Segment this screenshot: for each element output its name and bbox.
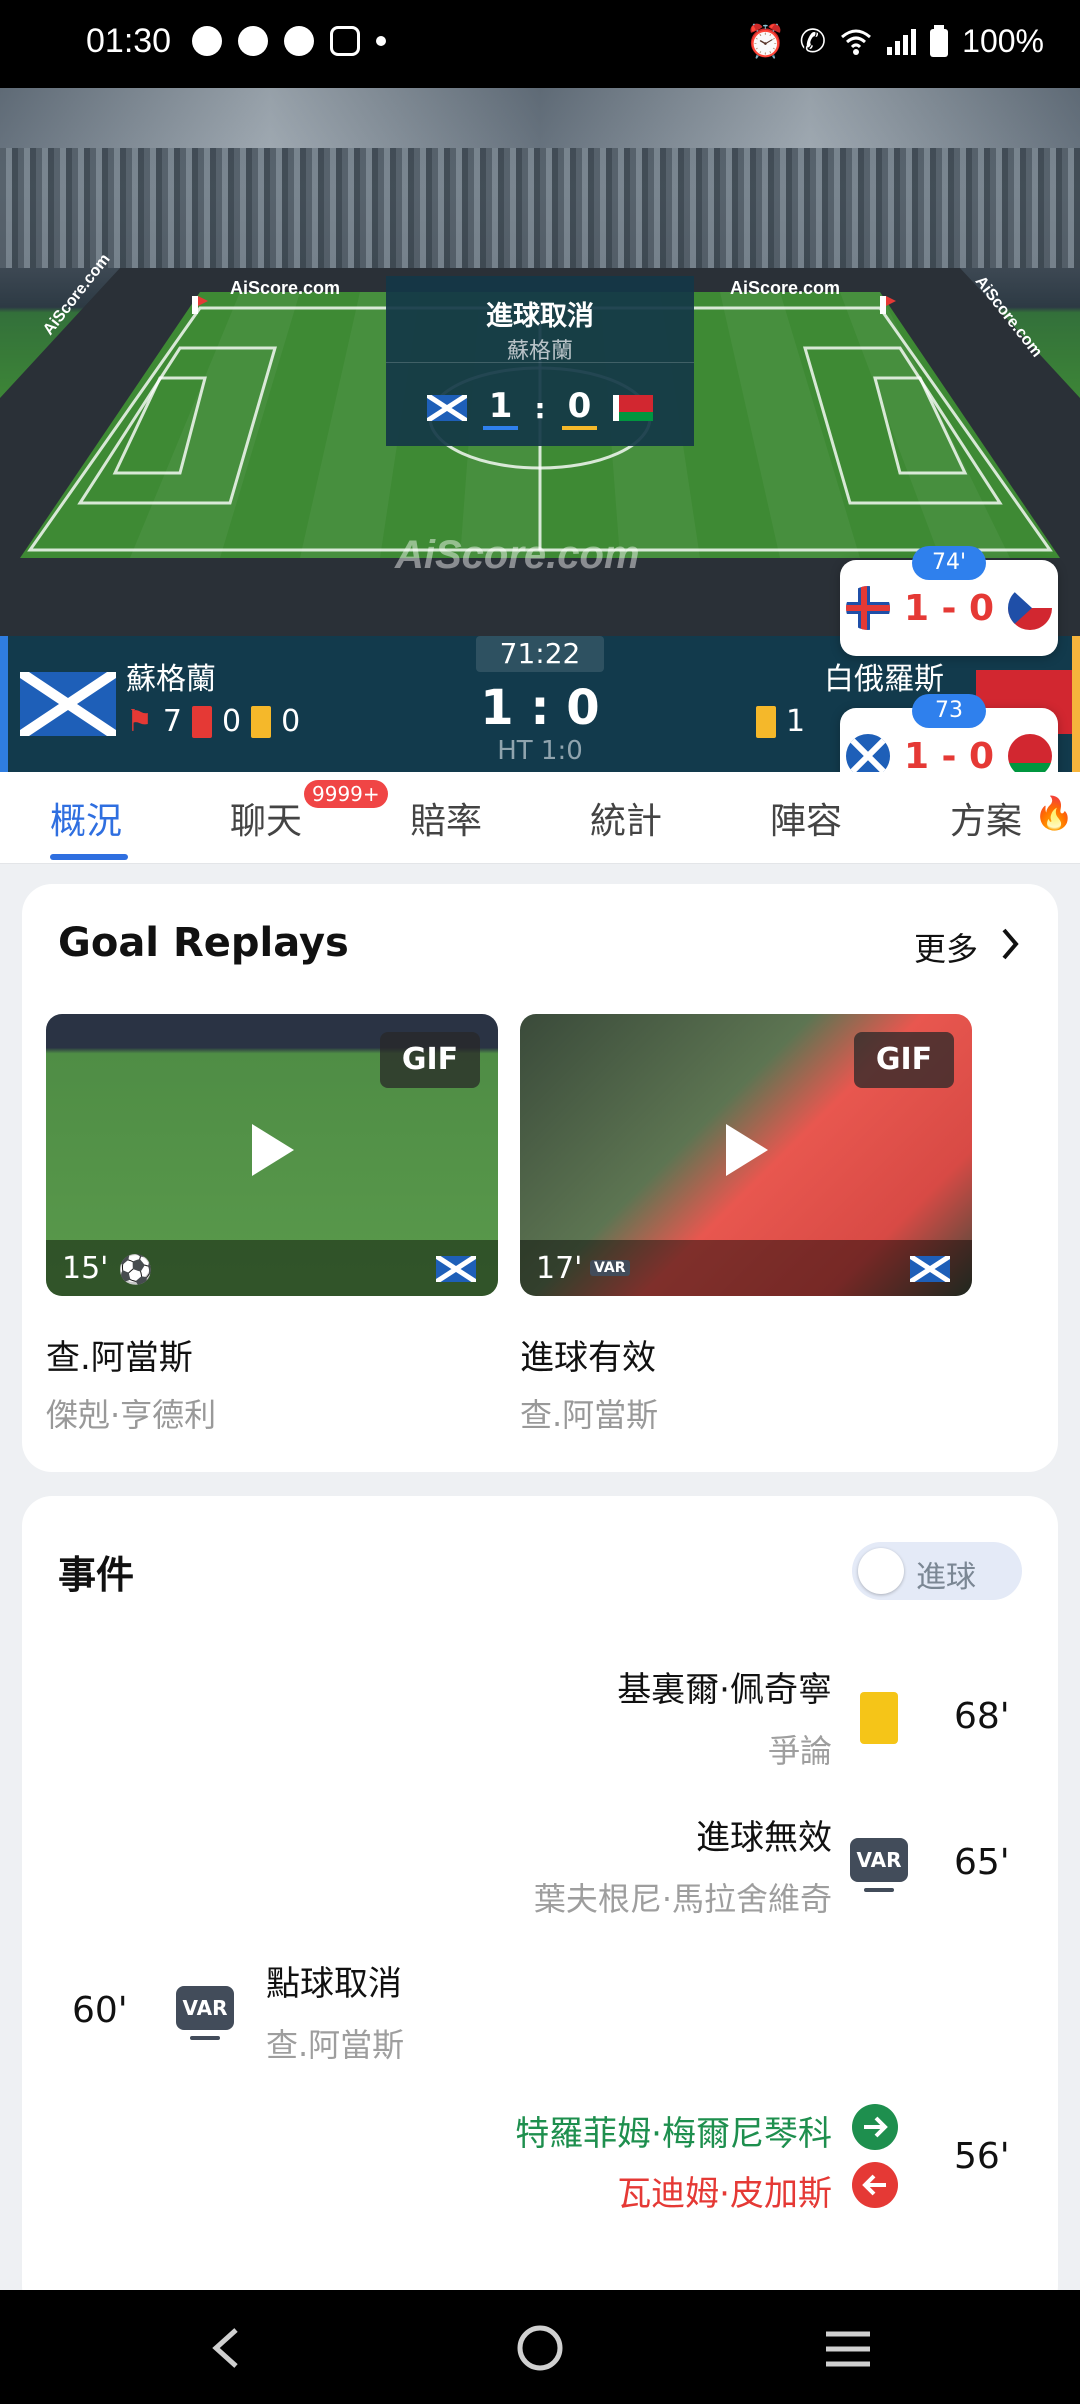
sub-out-player[interactable]: 瓦迪姆·皮加斯 <box>617 2166 832 2215</box>
more-link[interactable]: 更多 <box>914 924 978 970</box>
chat-count-badge: 9999+ <box>304 780 388 808</box>
messenger-icon <box>238 26 268 56</box>
away-team-name[interactable]: 白俄羅斯 <box>824 654 944 698</box>
status-bar: 01:30 ⏰ ✆ 100% <box>0 0 1080 88</box>
home-icon[interactable] <box>516 2324 564 2372</box>
tab-odds[interactable]: 賠率 <box>410 792 482 844</box>
var-icon: VAR <box>176 1986 234 2040</box>
czech-flag-icon <box>1008 586 1053 630</box>
replay-title[interactable]: 進球有效 <box>520 1330 656 1379</box>
live-match-card[interactable]: 74' 1 - 0 <box>840 546 1058 656</box>
event-detail: 爭論 <box>767 1732 832 1770</box>
system-nav-bar <box>0 2290 1080 2404</box>
tab-lineup[interactable]: 陣容 <box>770 792 842 844</box>
play-icon[interactable] <box>726 1124 768 1176</box>
fire-icon: 🔥 <box>1034 794 1074 832</box>
stadium-lights <box>0 88 1080 148</box>
event-title[interactable]: 點球取消 <box>266 1956 402 2005</box>
tab-stats[interactable]: 統計 <box>590 792 662 844</box>
sub-out-arrow-icon <box>852 2162 898 2208</box>
facebook-icon <box>192 26 222 56</box>
scotland-flag-icon <box>436 1256 476 1282</box>
scotland-flag-icon <box>426 395 467 421</box>
tab-bar: 概況 聊天 9999+ 賠率 統計 陣容 方案 🔥 <box>0 772 1080 864</box>
event-minute: 60' <box>72 1990 128 2031</box>
yellow-card-icon <box>251 705 272 738</box>
dot-icon <box>376 36 386 46</box>
tab-active-indicator <box>50 854 128 860</box>
instagram-icon <box>330 26 360 56</box>
corner-flag-icon: ⚑ <box>126 704 153 739</box>
chevron-right-icon[interactable] <box>998 926 1022 962</box>
home-team-name[interactable]: 蘇格蘭 <box>126 654 216 698</box>
replay-title[interactable]: 查.阿當斯 <box>46 1330 193 1379</box>
halftime-score: HT 1:0 <box>497 736 583 766</box>
scotland-flag-icon <box>910 1256 950 1282</box>
popup-home-score: 1 <box>482 386 519 430</box>
scotland-flag-icon <box>20 672 116 736</box>
yellow-card-icon <box>756 705 776 738</box>
tab-tips[interactable]: 方案 <box>950 792 1022 844</box>
replay-minute: 15' <box>62 1251 109 1286</box>
event-minute: 65' <box>954 1842 1010 1883</box>
gif-badge: GIF <box>854 1032 954 1088</box>
goals-only-toggle[interactable]: 進球 <box>852 1542 1022 1600</box>
events-card: 事件 進球 基裏爾·佩奇寧 爭論 68' 進球無效 葉夫根尼·馬拉舍維奇 VAR… <box>22 1496 1058 2316</box>
battery-percent: 100% <box>962 22 1044 59</box>
field-watermark: AiScore.com <box>395 533 640 577</box>
faroe-flag-icon <box>845 586 890 630</box>
match-score: 1 : 0 <box>480 680 600 736</box>
back-icon[interactable] <box>206 2326 246 2370</box>
toggle-label: 進球 <box>916 1560 976 1595</box>
event-title[interactable]: 進球無效 <box>696 1810 832 1859</box>
toggle-knob <box>858 1548 904 1594</box>
event-minute: 68' <box>954 1696 1010 1737</box>
play-icon[interactable] <box>252 1124 294 1176</box>
battery-icon <box>930 25 949 57</box>
goal-event-popup: 進球取消 蘇格蘭 1 : 0 <box>386 276 694 446</box>
replay-thumbnail[interactable]: GIF 15' ⚽ <box>46 1014 498 1296</box>
red-card-icon <box>192 705 212 738</box>
replay-minute: 17' <box>536 1251 583 1286</box>
popup-team: 蘇格蘭 <box>506 339 573 364</box>
status-time: 01:30 <box>86 22 172 60</box>
wifi-icon <box>841 29 872 55</box>
goal-replays-title: Goal Replays <box>58 920 349 966</box>
gif-badge: GIF <box>380 1032 480 1088</box>
replay-thumbnail[interactable]: GIF 17' VAR <box>520 1014 972 1296</box>
sub-in-player[interactable]: 特羅菲姆·梅爾尼琴科 <box>515 2106 832 2155</box>
tab-chat[interactable]: 聊天 <box>230 792 302 844</box>
popup-title: 進球取消 <box>486 301 594 332</box>
yellow-card-icon <box>860 1692 898 1744</box>
var-icon: VAR <box>590 1260 630 1276</box>
var-icon: VAR <box>850 1838 908 1892</box>
event-detail: 葉夫根尼·馬拉舍維奇 <box>533 1880 832 1918</box>
ad-board-left: AiScore.com <box>230 278 341 298</box>
crowd <box>0 148 1080 268</box>
goal-replays-card: Goal Replays 更多 GIF 15' ⚽ GIF 17' VAR 查.… <box>22 884 1058 1472</box>
live-match-score: 1 - 0 <box>903 735 995 777</box>
tab-overview[interactable]: 概況 <box>50 792 122 844</box>
events-title: 事件 <box>58 1553 135 1597</box>
replay-subtitle: 傑剋·亨德利 <box>46 1396 217 1434</box>
replay-subtitle: 查.阿當斯 <box>520 1396 659 1434</box>
sub-in-arrow-icon <box>852 2104 898 2150</box>
alarm-icon: ⏰ <box>745 23 786 59</box>
event-detail: 查.阿當斯 <box>266 2026 405 2064</box>
ad-board-right: AiScore.com <box>730 278 841 298</box>
match-clock: 71:22 <box>476 636 604 672</box>
recents-icon[interactable] <box>824 2330 872 2368</box>
event-minute: 56' <box>954 2136 1010 2177</box>
facebook-icon <box>284 26 314 56</box>
ball-icon: ⚽ <box>118 1253 153 1286</box>
live-match-score: 1 - 0 <box>903 587 995 629</box>
signal-icon <box>887 29 917 55</box>
event-player-name[interactable]: 基裏爾·佩奇寧 <box>617 1662 832 1711</box>
popup-away-score: 0 <box>561 386 598 430</box>
call-icon: ✆ <box>799 23 827 59</box>
belarus-flag-icon <box>613 395 654 421</box>
